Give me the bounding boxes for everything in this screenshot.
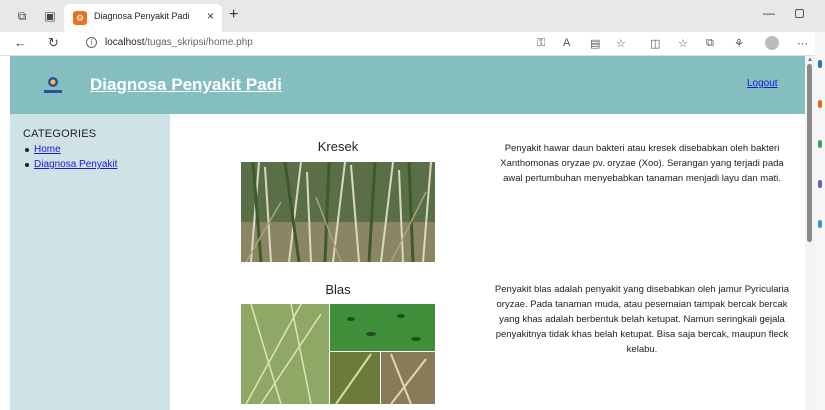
page-viewport: Diagnosa Penyakit Padi Logout CATEGORIES… (10, 56, 805, 410)
games-icon[interactable] (818, 180, 822, 188)
disease-desc-kresek: Penyakit hawar daun bakteri atau kresek … (500, 143, 784, 184)
collections-icon[interactable]: ⧉ (706, 37, 714, 50)
outlook-icon[interactable] (818, 220, 822, 228)
tools-icon[interactable] (818, 140, 822, 148)
info-icon[interactable]: i (86, 37, 97, 48)
split-screen-icon[interactable]: ◫ (650, 37, 660, 50)
sidebar-item-home[interactable]: Home (34, 144, 61, 155)
site-header: Diagnosa Penyakit Padi Logout (10, 56, 805, 114)
refresh-icon[interactable]: ↻ (48, 35, 59, 51)
read-aloud-icon[interactable]: A (563, 37, 570, 49)
copilot-icon[interactable] (818, 60, 822, 68)
disease-title-kresek: Kresek (317, 139, 359, 154)
scrollbar-thumb[interactable] (807, 64, 812, 242)
key-icon[interactable]: ⚿ (537, 37, 545, 50)
tab-close-icon[interactable]: × (207, 9, 214, 23)
maximize-icon[interactable] (795, 9, 804, 18)
shopping-icon[interactable] (818, 100, 822, 108)
bullet-icon (25, 148, 29, 152)
browser-tab-bar: ⧉ ▣ ⚙ Diagnosa Penyakit Padi × + — (0, 0, 825, 32)
workspaces-icon[interactable]: ⧉ (14, 8, 30, 24)
profile-icon[interactable] (765, 36, 779, 50)
kresek-image (241, 162, 435, 262)
url-host: localhost (105, 37, 145, 48)
favicon-icon: ⚙ (73, 11, 87, 25)
bullet-icon (25, 163, 29, 167)
back-icon[interactable]: ← (14, 35, 27, 50)
blas-image (241, 304, 435, 404)
logout-link[interactable]: Logout (747, 78, 778, 89)
scroll-up-icon[interactable]: ▲ (807, 57, 813, 63)
categories-heading: CATEGORIES (23, 128, 97, 140)
url-path: /tugas_skripsi/home.php (144, 37, 253, 48)
sidebar-item-diagnosa[interactable]: Diagnosa Penyakit (34, 159, 117, 170)
logo-icon (44, 77, 62, 93)
minimize-icon[interactable]: — (763, 6, 775, 20)
immersive-reader-icon[interactable]: ▤ (590, 37, 600, 50)
favorites-icon[interactable]: ☆ (678, 37, 688, 50)
sidebar: CATEGORIES Home Diagnosa Penyakit (10, 114, 170, 410)
more-icon[interactable]: ⋯ (797, 37, 808, 50)
site-title[interactable]: Diagnosa Penyakit Padi (90, 75, 282, 95)
address-bar: ← ↻ i localhost/tugas_skripsi/home.php ⚿… (0, 32, 825, 56)
tab-title: Diagnosa Penyakit Padi (94, 11, 190, 21)
tab-actions-icon[interactable]: ▣ (42, 8, 58, 24)
disease-desc-blas: Penyakit blas adalah penyakit yang diseb… (494, 284, 790, 355)
favorite-icon[interactable]: ☆ (616, 37, 626, 50)
url-field[interactable]: localhost/tugas_skripsi/home.php (105, 37, 253, 48)
new-tab-icon[interactable]: + (229, 6, 238, 24)
browser-tab[interactable]: ⚙ Diagnosa Penyakit Padi × (64, 4, 222, 32)
extensions-icon[interactable]: ⚘ (734, 37, 744, 50)
disease-title-blas: Blas (325, 282, 351, 297)
